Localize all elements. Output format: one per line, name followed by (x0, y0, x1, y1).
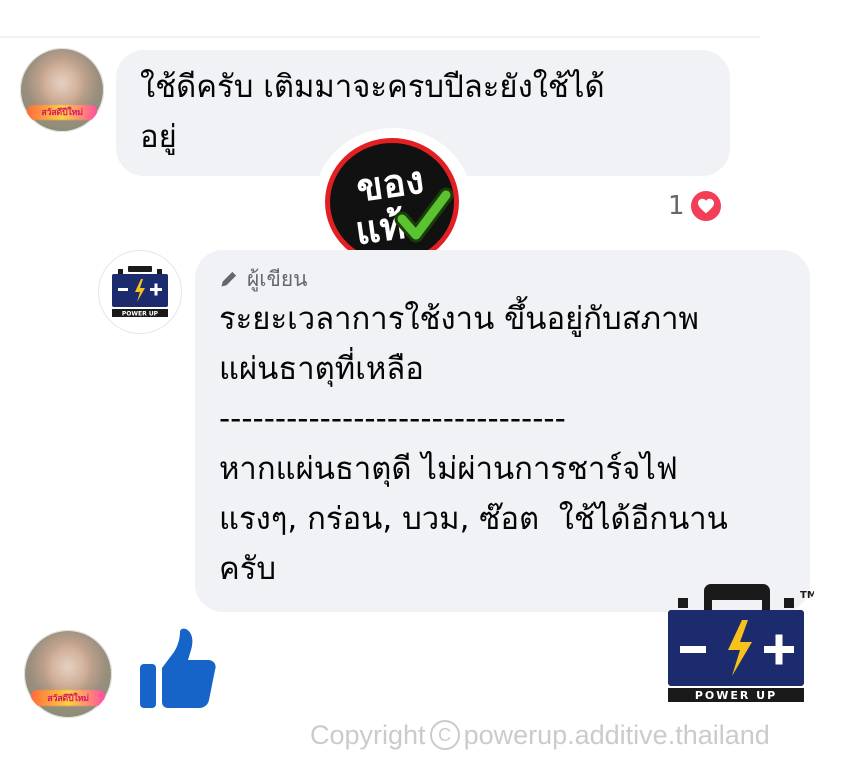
copyright-symbol: C (429, 720, 460, 750)
author-avatar[interactable]: POWER UP (98, 250, 182, 334)
avatar-face (43, 63, 81, 107)
sticker-badge: ของ แท้ (325, 138, 459, 266)
commenter-avatar[interactable]: สวัสดีปีใหม่ (20, 48, 104, 132)
author-tag-label: ผู้เขียน (247, 266, 308, 291)
reply-text: ระยะเวลาการใช้งาน ขึ้นอยู่กับสภาพ แผ่นธา… (219, 301, 728, 587)
copyright-footer: Copyright Cpowerup.additive.thailand (310, 720, 770, 754)
logo-label: POWER UP (695, 689, 777, 702)
author-tag[interactable]: ผู้เขียน (219, 264, 810, 294)
heart-icon (688, 189, 723, 223)
copyright-prefix: Copyright (310, 720, 426, 751)
sticker-graphic: ของ แท้ (353, 158, 454, 253)
thumbs-up-icon[interactable] (138, 628, 218, 712)
sticker-text-top: ของ (354, 158, 427, 211)
powerup-logo: POWER UP TM (664, 584, 817, 704)
top-divider (0, 36, 760, 38)
copyright-handle: powerup.additive.thailand (463, 720, 770, 751)
avatar-face (48, 645, 88, 692)
avatar-banner-text: สวัสดีปีใหม่ (47, 693, 89, 704)
avatar-logo-label: POWER UP (122, 311, 159, 318)
reply-bubble[interactable]: ผู้เขียน ระยะเวลาการใช้งาน ขึ้นอยู่กับสภ… (195, 250, 810, 612)
pencil-icon (221, 271, 237, 287)
avatar-banner-text: สวัสดีปีใหม่ (41, 108, 83, 119)
comment-reaction[interactable]: 1 (668, 188, 723, 224)
battery-logo-icon: POWER UP (112, 266, 168, 318)
reaction-count: 1 (668, 191, 685, 221)
sticker-text-bottom: แท้ (353, 203, 408, 253)
trademark-mark: TM (800, 590, 814, 601)
reactor-avatar[interactable]: สวัสดีปีใหม่ (24, 630, 112, 718)
